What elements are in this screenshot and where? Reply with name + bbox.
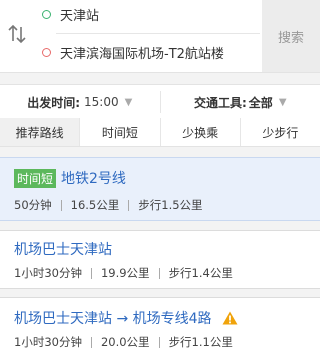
chevron-down-icon: ▼ — [125, 97, 133, 108]
route-sort-tabs: 推荐路线 时间短 少换乘 少步行 — [0, 118, 320, 147]
end-point[interactable]: 天津滨海国际机场-T2航站楼 — [42, 43, 224, 62]
route-title: 机场巴士天津站 → 机场专线4路 — [14, 308, 238, 328]
tab-recommended[interactable]: 推荐路线 — [0, 118, 79, 146]
tab-less-walking[interactable]: 少步行 — [240, 118, 320, 146]
start-dot-icon — [42, 10, 51, 19]
divider — [61, 200, 62, 211]
divider — [159, 337, 160, 348]
departure-time-value: 15:00 — [84, 95, 119, 109]
route-walk: 步行1.4公里 — [169, 265, 233, 281]
route-duration: 1小时30分钟 — [14, 334, 82, 350]
route-card[interactable]: 机场巴士天津站 1小时30分钟 19.9公里 步行1.4公里 — [0, 230, 320, 289]
end-point-text: 天津滨海国际机场-T2航站楼 — [60, 43, 224, 62]
divider — [128, 200, 129, 211]
fastest-badge: 时间短 — [14, 169, 56, 188]
route-card[interactable]: 机场巴士天津站 → 机场专线4路 1小时30分钟 20.0公里 步行1.1公里 — [0, 297, 320, 360]
route-meta: 1小时30分钟 19.9公里 步行1.4公里 — [14, 265, 233, 281]
divider — [56, 33, 260, 34]
warning-icon — [222, 311, 238, 325]
route-meta: 1小时30分钟 20.0公里 步行1.1公里 — [14, 334, 233, 350]
route-name: 地铁2号线 — [61, 168, 126, 188]
route-duration: 1小时30分钟 — [14, 265, 82, 281]
filter-bar: 出发时间: 15:00 ▼ 交通工具: 全部 ▼ — [0, 84, 320, 120]
end-dot-icon — [42, 48, 51, 57]
divider — [91, 268, 92, 279]
route-duration: 50分钟 — [14, 197, 52, 213]
transport-label: 交通工具: — [194, 94, 247, 111]
route-search-panel: 天津站 天津滨海国际机场-T2航站楼 搜索 — [0, 0, 320, 73]
tab-shortest-time[interactable]: 时间短 — [79, 118, 159, 146]
departure-time-label: 出发时间: — [27, 94, 80, 111]
route-walk: 步行1.5公里 — [138, 197, 202, 213]
route-name: 机场巴士天津站 → 机场专线4路 — [14, 308, 212, 328]
route-walk: 步行1.1公里 — [169, 334, 233, 350]
route-title: 时间短 地铁2号线 — [14, 168, 126, 188]
route-meta: 50分钟 16.5公里 步行1.5公里 — [14, 197, 203, 213]
divider — [91, 337, 92, 348]
swap-icon[interactable] — [8, 24, 26, 44]
route-card[interactable]: 时间短 地铁2号线 50分钟 16.5公里 步行1.5公里 — [0, 157, 320, 221]
transport-value: 全部 — [249, 94, 273, 111]
tab-fewer-transfers[interactable]: 少换乘 — [160, 118, 240, 146]
search-button[interactable]: 搜索 — [262, 0, 320, 72]
route-distance: 20.0公里 — [101, 334, 150, 350]
transport-dropdown[interactable]: 交通工具: 全部 ▼ — [161, 85, 320, 119]
route-distance: 16.5公里 — [71, 197, 120, 213]
route-title: 机场巴士天津站 — [14, 239, 112, 259]
route-name: 机场巴士天津站 — [14, 239, 112, 259]
divider — [159, 268, 160, 279]
start-point-text: 天津站 — [60, 5, 99, 24]
route-distance: 19.9公里 — [101, 265, 150, 281]
chevron-down-icon: ▼ — [279, 97, 287, 108]
start-point[interactable]: 天津站 — [42, 5, 99, 24]
departure-time-dropdown[interactable]: 出发时间: 15:00 ▼ — [0, 85, 160, 119]
